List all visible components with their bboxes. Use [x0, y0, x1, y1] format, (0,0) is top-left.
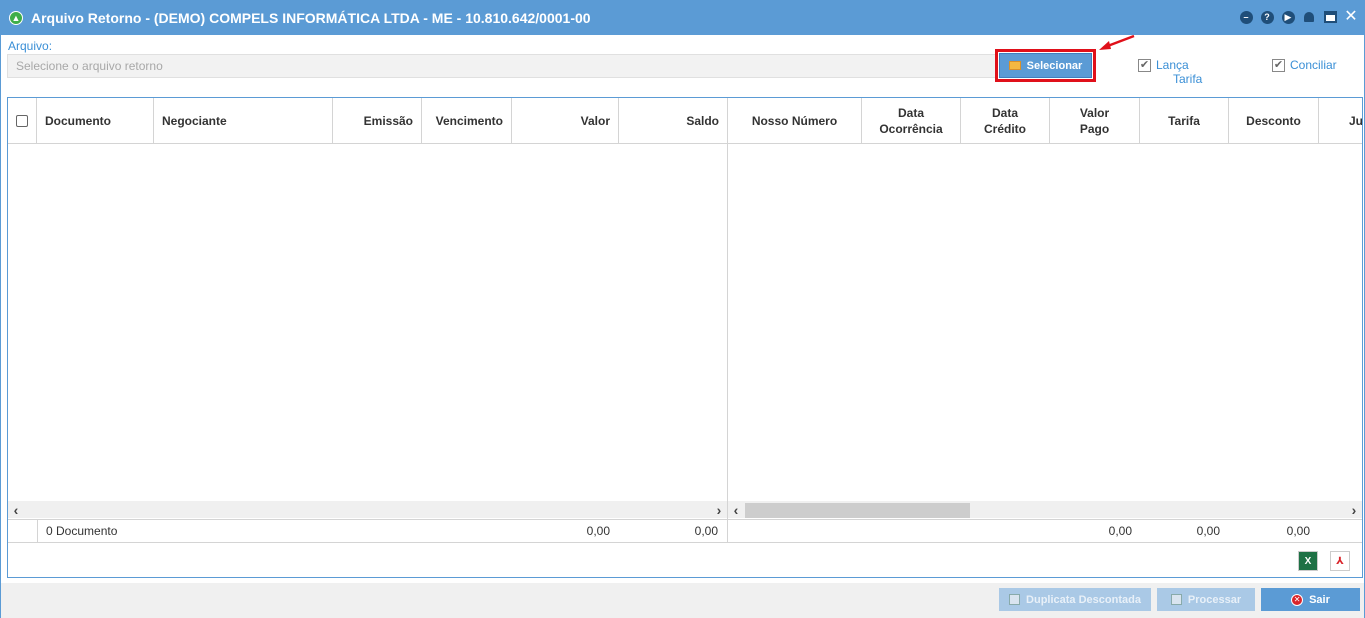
- sair-label: Sair: [1309, 593, 1330, 606]
- processar-button[interactable]: Processar: [1157, 588, 1255, 611]
- footer-valor-pago: 0,00: [1108, 524, 1132, 538]
- select-all-cell[interactable]: [8, 98, 37, 144]
- col-saldo[interactable]: Saldo: [619, 98, 728, 144]
- lanca-tarifa-label-1: Lança: [1156, 58, 1189, 72]
- file-input[interactable]: Selecione o arquivo retorno: [7, 54, 997, 78]
- col-documento[interactable]: Documento: [37, 98, 154, 144]
- left-scrollbar[interactable]: ‹ ›: [8, 501, 727, 518]
- duplicata-descontada-button[interactable]: Duplicata Descontada: [999, 588, 1151, 611]
- processar-label: Processar: [1187, 593, 1242, 606]
- footer-divider: [727, 520, 728, 543]
- lanca-tarifa-option[interactable]: ✔ Lança Tarifa: [1138, 58, 1202, 86]
- close-icon: ✕: [1291, 593, 1304, 606]
- scroll-thumb[interactable]: [745, 503, 970, 518]
- window-tools: – ? ▶ ✕: [1239, 9, 1358, 25]
- select-all-checkbox[interactable]: [16, 115, 28, 127]
- col-valor-pago-l1: Valor: [1079, 106, 1110, 120]
- select-file-button[interactable]: Selecionar: [999, 53, 1092, 78]
- pdf-export-icon[interactable]: ⅄: [1330, 551, 1350, 571]
- calendar-icon[interactable]: [1323, 10, 1337, 24]
- col-data-credito-l2: Crédito: [984, 122, 1026, 136]
- save-icon: [1009, 594, 1021, 605]
- footer-desconto: 0,00: [1286, 524, 1310, 538]
- minimize-icon[interactable]: –: [1239, 10, 1253, 24]
- col-nosso-numero[interactable]: Nosso Número: [728, 98, 862, 144]
- action-bar: Duplicata Descontada Processar ✕ Sair: [1, 583, 1364, 618]
- upload-icon: ▲: [9, 11, 23, 25]
- notification-icon[interactable]: [1302, 10, 1316, 24]
- col-tarifa-label: Tarifa: [1168, 114, 1200, 128]
- conciliar-option[interactable]: ✔ Conciliar: [1272, 58, 1337, 72]
- conciliar-label: Conciliar: [1290, 58, 1337, 72]
- scroll-left-icon[interactable]: ‹: [8, 502, 24, 518]
- lanca-tarifa-label-2: Tarifa: [1173, 72, 1203, 86]
- col-valor-pago-l2: Pago: [1079, 122, 1110, 136]
- select-file-label: Selecionar: [1026, 59, 1083, 72]
- excel-export-icon[interactable]: X: [1298, 551, 1318, 571]
- lanca-tarifa-checkbox[interactable]: ✔: [1138, 59, 1151, 72]
- footer-divider: [37, 520, 38, 543]
- grid-header: Documento Negociante Emissão Vencimento …: [8, 98, 1362, 144]
- pointer-arrow-icon: [1099, 34, 1135, 50]
- scroll-left-icon[interactable]: ‹: [728, 502, 744, 518]
- col-desconto[interactable]: Desconto: [1229, 98, 1319, 144]
- col-juros-label: Ju: [1349, 114, 1362, 128]
- footer-saldo: 0,00: [694, 524, 718, 538]
- col-nosso-numero-label: Nosso Número: [751, 114, 838, 128]
- col-vencimento[interactable]: Vencimento: [422, 98, 512, 144]
- window-title: Arquivo Retorno - (DEMO) COMPELS INFORMÁ…: [31, 10, 591, 26]
- help-icon[interactable]: ?: [1260, 10, 1274, 24]
- col-data-ocorrencia-l1: Data: [897, 106, 924, 120]
- duplicata-descontada-label: Duplicata Descontada: [1026, 593, 1141, 606]
- play-icon[interactable]: ▶: [1281, 10, 1295, 24]
- col-valor-pago[interactable]: Valor Pago: [1050, 98, 1140, 144]
- col-negociante[interactable]: Negociante: [154, 98, 333, 144]
- col-emissao[interactable]: Emissão: [333, 98, 422, 144]
- col-data-credito[interactable]: Data Crédito: [961, 98, 1050, 144]
- footer-tarifa: 0,00: [1196, 524, 1220, 538]
- frozen-split: [727, 98, 728, 542]
- footer-valor: 0,00: [586, 524, 610, 538]
- folder-icon: [1008, 61, 1021, 70]
- col-data-credito-l1: Data: [991, 106, 1018, 120]
- scroll-right-icon[interactable]: ›: [1346, 502, 1362, 518]
- scroll-right-icon[interactable]: ›: [711, 502, 727, 518]
- col-data-ocorrencia-l2: Ocorrência: [879, 122, 943, 136]
- arquivo-retorno-window: ▲ Arquivo Retorno - (DEMO) COMPELS INFOR…: [0, 0, 1365, 618]
- right-scrollbar[interactable]: ‹ ›: [728, 501, 1362, 518]
- save-icon: [1170, 594, 1182, 605]
- file-label: Arquivo:: [8, 39, 53, 53]
- col-valor[interactable]: Valor: [512, 98, 619, 144]
- conciliar-checkbox[interactable]: ✔: [1272, 59, 1285, 72]
- sair-button[interactable]: ✕ Sair: [1261, 588, 1360, 611]
- col-desconto-label: Desconto: [1246, 114, 1301, 128]
- col-tarifa[interactable]: Tarifa: [1140, 98, 1229, 144]
- footer-count: 0 Documento: [46, 524, 118, 538]
- col-data-ocorrencia[interactable]: Data Ocorrência: [862, 98, 961, 144]
- grid-footer: 0 Documento 0,00 0,00 0,00 0,00 0,00: [8, 519, 1362, 543]
- col-juros[interactable]: Ju: [1319, 98, 1362, 144]
- title-bar: ▲ Arquivo Retorno - (DEMO) COMPELS INFOR…: [1, 1, 1364, 35]
- close-icon[interactable]: ✕: [1344, 9, 1358, 25]
- documents-grid: Documento Negociante Emissão Vencimento …: [7, 97, 1363, 578]
